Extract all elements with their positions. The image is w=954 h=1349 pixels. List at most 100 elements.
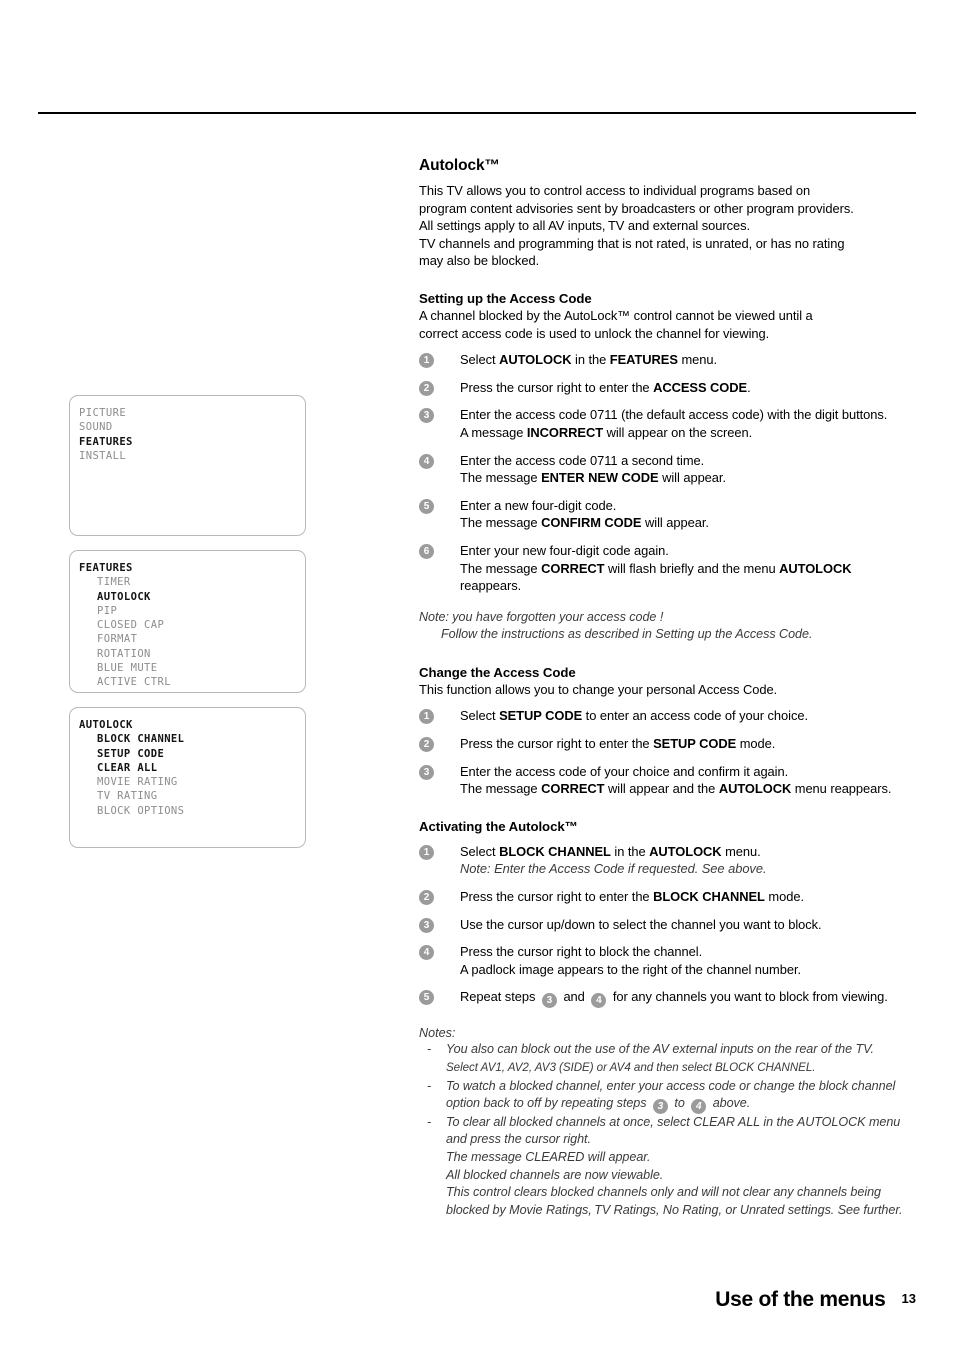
step-emphasis: CONFIRM CODE bbox=[541, 515, 642, 531]
step-text-part: The message bbox=[460, 560, 542, 576]
step-badge: 6 bbox=[419, 543, 434, 559]
body-content: Autolock™ This TV allows you to control … bbox=[419, 157, 916, 1219]
step-text-part: will appear. bbox=[658, 470, 726, 486]
dash-bullet: - bbox=[427, 1078, 432, 1093]
note-line: blocked by Movie Ratings, TV Ratings, No… bbox=[446, 1202, 903, 1217]
notes-heading: Notes: bbox=[419, 1026, 456, 1041]
step-item: 3 Use the cursor up/down to select the c… bbox=[419, 916, 916, 934]
step-text-part: will flash briefly and the menu bbox=[604, 560, 780, 576]
step-text: Enter the access code 0711 (the default … bbox=[460, 407, 887, 440]
step-text-part: menu reappears. bbox=[791, 781, 892, 797]
step-item: 2 Press the cursor right to enter the BL… bbox=[419, 888, 916, 906]
step-text-part: Select bbox=[460, 708, 500, 724]
note-item: - You also can block out the use of the … bbox=[419, 1041, 916, 1076]
menu-row: FEATURES bbox=[79, 435, 133, 448]
menu-row: BLOCK OPTIONS bbox=[97, 804, 185, 817]
step-text-part: Press the cursor right to enter the bbox=[460, 736, 654, 752]
step-text: Press the cursor right to enter the SETU… bbox=[460, 736, 775, 751]
step-text-part: Enter the access code of your choice and… bbox=[460, 763, 789, 779]
heading-setting-up-access-code: Setting up the Access Code bbox=[419, 290, 592, 306]
step-text: Select BLOCK CHANNEL in the AUTOLOCK men… bbox=[460, 844, 761, 859]
step-badge: 3 bbox=[419, 917, 434, 933]
step-text-part: will appear. bbox=[641, 515, 709, 531]
menu-row: MOVIE RATING bbox=[97, 776, 178, 789]
step-emphasis: SETUP CODE bbox=[499, 708, 583, 724]
intro-line: may also be blocked. bbox=[419, 253, 540, 269]
step-text: Use the cursor up/down to select the cha… bbox=[460, 916, 822, 932]
note-line: The message CLEARED will appear. bbox=[446, 1149, 651, 1164]
step-badge: 1 bbox=[419, 353, 434, 369]
step-text-part: Repeat steps bbox=[460, 989, 539, 1005]
inline-step-badge: 4 bbox=[691, 1099, 707, 1115]
note-line: To clear all blocked channels at once, s… bbox=[446, 1114, 901, 1129]
step-item: 5 Enter a new four-digit code. The messag… bbox=[419, 497, 916, 532]
steps-change-code: 1 Select SETUP CODE to enter an access c… bbox=[419, 707, 916, 797]
menu-row: AUTOLOCK bbox=[97, 590, 151, 603]
note-line: and press the cursor right. bbox=[446, 1132, 591, 1147]
step-text-part: menu. bbox=[721, 843, 761, 859]
step-item: 1 Select AUTOLOCK in the FEATURES menu. bbox=[419, 351, 916, 369]
menu-row: TIMER bbox=[97, 576, 131, 589]
step-emphasis: BLOCK CHANNEL bbox=[653, 889, 765, 905]
step-text: Press the cursor right to block the chan… bbox=[460, 944, 801, 977]
step-text-part: menu. bbox=[677, 352, 718, 368]
header-rule bbox=[38, 112, 916, 114]
step-badge: 3 bbox=[419, 764, 434, 780]
step-text: Press the cursor right to enter the ACCE… bbox=[460, 380, 751, 395]
dash-bullet: - bbox=[427, 1114, 432, 1129]
step-text-part: will appear and the bbox=[604, 781, 719, 797]
section-title-autolock: Autolock™ bbox=[419, 157, 500, 174]
step-item: 1 Select SETUP CODE to enter an access c… bbox=[419, 707, 916, 725]
note-forgotten-code-follow: Follow the instructions as described in … bbox=[441, 627, 813, 642]
step-badge: 2 bbox=[419, 737, 434, 753]
step-text-part: The message bbox=[460, 781, 542, 797]
step-emphasis: FEATURES bbox=[609, 352, 678, 368]
menu-row: BLUE MUTE bbox=[97, 662, 158, 675]
step-text-part: Enter your new four-digit code again. bbox=[460, 542, 669, 558]
menu-row: SOUND bbox=[79, 421, 113, 434]
menu-row: AUTOLOCK bbox=[79, 719, 133, 731]
step-text-part: in the bbox=[610, 843, 650, 859]
step-text-part: in the bbox=[571, 352, 610, 368]
step-text-part: Enter a new four-digit code. bbox=[460, 497, 617, 513]
step-item: 2 Press the cursor right to enter the SE… bbox=[419, 735, 916, 753]
heading-change-access-code: Change the Access Code bbox=[419, 664, 576, 680]
menu-row: SETUP CODE bbox=[97, 747, 165, 760]
step-text: Enter the access code 0711 a second time… bbox=[460, 453, 726, 486]
menu-row: ACTIVE CTRL bbox=[97, 676, 171, 689]
step-text-part: for any channels you want to block from … bbox=[609, 989, 888, 1005]
step-text-part: Press the cursor right to block the chan… bbox=[460, 944, 703, 960]
intro-line: A channel blocked by the AutoLock™ contr… bbox=[419, 307, 813, 323]
step-emphasis: AUTOLOCK bbox=[718, 781, 792, 797]
step-badge: 1 bbox=[419, 709, 434, 725]
step-text-part: Select bbox=[460, 352, 500, 368]
step-text-part: . bbox=[747, 379, 751, 395]
step-text: Press the cursor right to enter the BLOC… bbox=[460, 889, 804, 904]
step-badge: 2 bbox=[419, 890, 434, 906]
menu-row: FEATURES bbox=[79, 562, 133, 574]
note-text-part: above. bbox=[709, 1096, 751, 1111]
step-text: Select AUTOLOCK in the FEATURES menu. bbox=[460, 352, 717, 367]
intro-line: program content advisories sent by broad… bbox=[419, 200, 854, 216]
step-emphasis: BLOCK CHANNEL bbox=[499, 843, 611, 859]
note-forgotten-code: Note: you have forgotten your access cod… bbox=[419, 609, 664, 624]
intro-line: All settings apply to all AV inputs, TV … bbox=[419, 218, 751, 234]
step-item: 2 Press the cursor right to enter the AC… bbox=[419, 379, 916, 397]
step-emphasis: AUTOLOCK bbox=[499, 352, 572, 368]
notes-block: Notes: - You also can block out the use … bbox=[419, 1026, 916, 1219]
step-text: Enter your new four-digit code again. The… bbox=[460, 543, 852, 593]
step-text-part: The message bbox=[460, 470, 542, 486]
step-item: 4 Enter the access code 0711 a second ti… bbox=[419, 452, 916, 487]
heading-activating-autolock: Activating the Autolock™ bbox=[419, 818, 578, 834]
menu-row: ROTATION bbox=[97, 647, 151, 660]
step-badge: 4 bbox=[419, 945, 434, 961]
step-text-part: A message bbox=[460, 424, 527, 440]
step-emphasis: AUTOLOCK bbox=[649, 843, 722, 859]
step-badge: 4 bbox=[419, 453, 434, 469]
page-footer: Use of the menus 13 bbox=[0, 1288, 916, 1312]
inline-step-badge: 4 bbox=[591, 993, 607, 1009]
step-item: 6 Enter your new four-digit code again. T… bbox=[419, 542, 916, 595]
